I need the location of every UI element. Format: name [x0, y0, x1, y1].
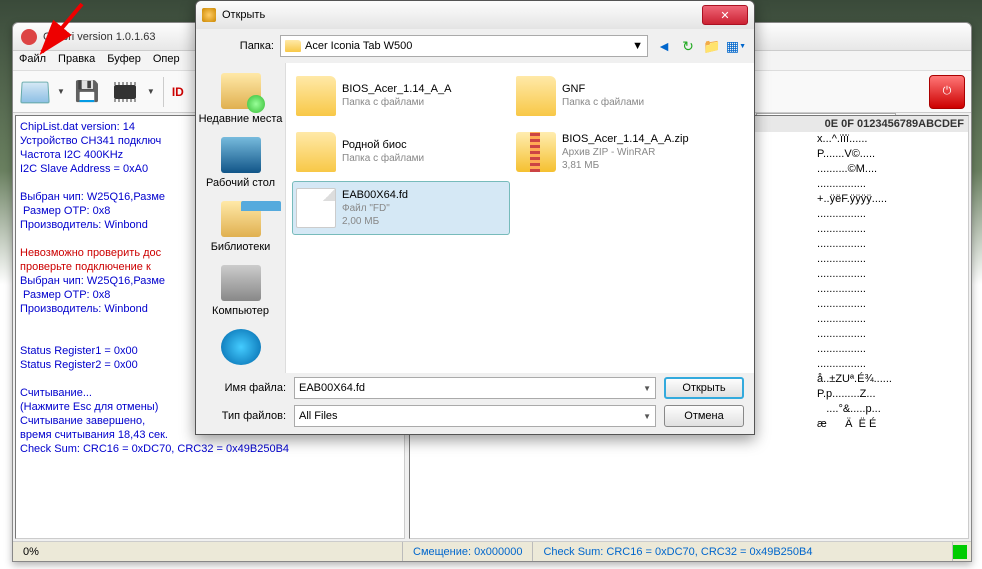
network-icon	[221, 329, 261, 365]
computer-icon	[221, 265, 261, 301]
statusbar: 0% Смещение: 0x000000 Check Sum: CRC16 =…	[13, 541, 971, 561]
folder-icon	[296, 132, 336, 172]
file-item[interactable]: EAB00X64.fd Файл "FD" 2,00 МБ	[292, 181, 510, 235]
file-name: Родной биос	[342, 139, 424, 152]
recent-icon	[221, 73, 261, 109]
file-item[interactable]: GNF Папка с файлами	[512, 69, 730, 123]
chevron-down-icon: ▼	[643, 384, 651, 393]
chip-icon	[114, 85, 136, 99]
folder-icon	[516, 76, 556, 116]
save-button[interactable]: 💾	[71, 76, 103, 108]
place-libs[interactable]: Библиотеки	[196, 195, 285, 259]
menu-buffer[interactable]: Буфер	[107, 53, 141, 68]
file-name: BIOS_Acer_1.14_A_A	[342, 83, 451, 96]
log-line: Check Sum: CRC16 = 0xDC70, CRC32 = 0x49B…	[20, 442, 400, 456]
place-network[interactable]	[196, 323, 285, 375]
folder-combo[interactable]: Acer Iconia Tab W500 ▼	[280, 35, 648, 57]
id-label: ID	[172, 85, 184, 99]
folder-row: Папка: Acer Iconia Tab W500 ▼ ◄ ↻ 📁 ▦▼	[196, 29, 754, 63]
menu-oper[interactable]: Опер	[153, 53, 180, 68]
status-checksum: Check Sum: CRC16 = 0xDC70, CRC32 = 0x49B…	[533, 542, 953, 561]
filename-label: Имя файла:	[206, 382, 286, 394]
file-type: Папка с файлами	[342, 96, 451, 109]
file-item[interactable]: Родной биос Папка с файлами	[292, 125, 510, 179]
place-label: Недавние места	[198, 113, 283, 125]
nav-back-button[interactable]: ◄	[654, 36, 674, 56]
open-file-button[interactable]: Открыть	[664, 377, 744, 399]
progress-percent: 0%	[13, 542, 403, 561]
status-offset: Смещение: 0x000000	[403, 542, 533, 561]
file-type: Файл "FD"	[342, 202, 408, 215]
filetype-label: Тип файлов:	[206, 410, 286, 422]
menu-edit[interactable]: Правка	[58, 53, 95, 68]
folder-icon	[285, 40, 301, 52]
chevron-down-icon: ▼	[632, 40, 643, 52]
libs-icon	[221, 201, 261, 237]
place-label: Библиотеки	[198, 241, 283, 253]
app-icon	[21, 29, 37, 45]
file-type: Папка с файлами	[342, 152, 424, 165]
chip-button[interactable]	[109, 76, 141, 108]
file-size: 2,00 МБ	[342, 215, 408, 228]
file-size: 3,81 МБ	[562, 159, 689, 172]
place-label: Рабочий стол	[198, 177, 283, 189]
file-type: Архив ZIP - WinRAR	[562, 146, 689, 159]
file-open-dialog: Открыть ✕ Папка: Acer Iconia Tab W500 ▼ …	[195, 0, 755, 435]
folder-value: Acer Iconia Tab W500	[305, 40, 412, 52]
nav-view-button[interactable]: ▦▼	[726, 36, 746, 56]
dialog-icon	[202, 8, 216, 22]
file-name: BIOS_Acer_1.14_A_A.zip	[562, 133, 689, 146]
dropdown-icon[interactable]: ▼	[147, 87, 155, 96]
file-name: GNF	[562, 83, 644, 96]
places-bar: Недавние места Рабочий стол Библиотеки Комп…	[196, 63, 286, 373]
filetype-combo[interactable]: All Files▼	[294, 405, 656, 427]
cancel-button[interactable]: Отмена	[664, 405, 744, 427]
floppy-icon: 💾	[74, 79, 99, 104]
close-button[interactable]: ✕	[702, 5, 748, 25]
file-icon	[296, 188, 336, 228]
chevron-down-icon: ▼	[643, 412, 651, 421]
place-computer[interactable]: Компьютер	[196, 259, 285, 323]
folder-open-icon	[20, 81, 49, 103]
status-indicator	[953, 545, 967, 559]
dropdown-icon[interactable]: ▼	[57, 87, 65, 96]
desktop-icon	[221, 137, 261, 173]
power-icon: ⏻	[943, 85, 952, 98]
file-list[interactable]: BIOS_Acer_1.14_A_A Папка с файлами GNF П…	[286, 63, 754, 373]
close-icon: ✕	[720, 9, 729, 22]
menu-file[interactable]: Файл	[19, 53, 46, 68]
file-item[interactable]: BIOS_Acer_1.14_A_A Папка с файлами	[292, 69, 510, 123]
nav-up-button[interactable]: ↻	[678, 36, 698, 56]
place-recent[interactable]: Недавние места	[196, 67, 285, 131]
place-label: Компьютер	[198, 305, 283, 317]
place-desktop[interactable]: Рабочий стол	[196, 131, 285, 195]
dialog-titlebar[interactable]: Открыть ✕	[196, 1, 754, 29]
separator	[163, 77, 164, 107]
nav-newfolder-button[interactable]: 📁	[702, 36, 722, 56]
file-item[interactable]: BIOS_Acer_1.14_A_A.zip Архив ZIP - WinRA…	[512, 125, 730, 179]
zip-icon	[516, 132, 556, 172]
file-type: Папка с файлами	[562, 96, 644, 109]
folder-icon	[296, 76, 336, 116]
file-name: EAB00X64.fd	[342, 189, 408, 202]
dialog-title: Открыть	[222, 9, 702, 21]
power-button[interactable]: ⏻	[929, 75, 965, 109]
folder-label: Папка:	[204, 40, 274, 52]
open-button[interactable]	[19, 76, 51, 108]
filename-input[interactable]: EAB00X64.fd▼	[294, 377, 656, 399]
